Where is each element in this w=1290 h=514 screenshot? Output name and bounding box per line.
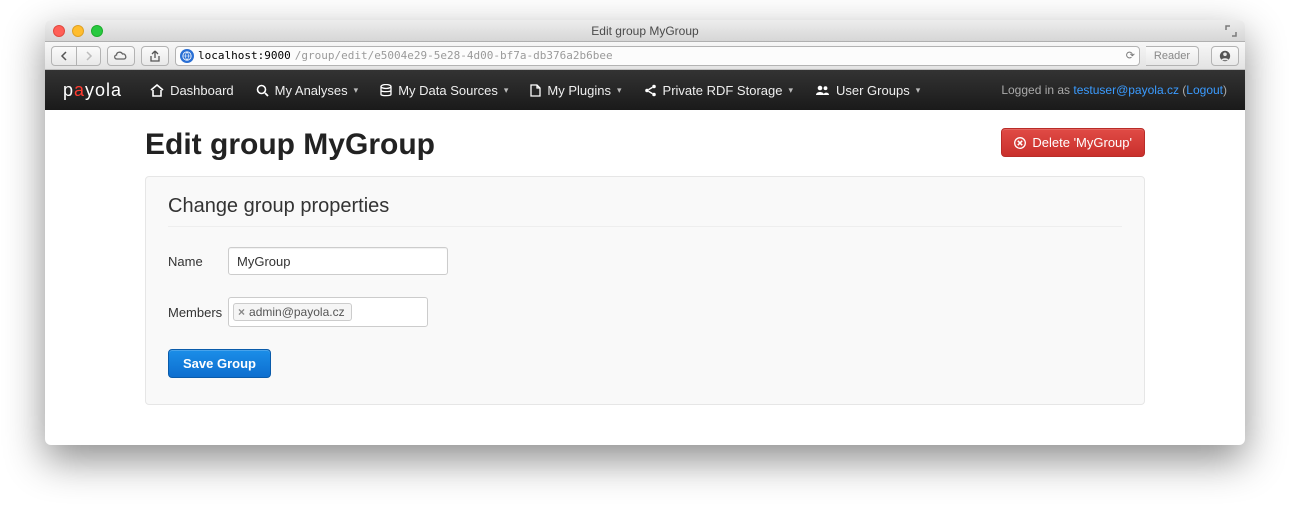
database-icon [380,84,392,97]
reader-button[interactable]: Reader [1146,46,1199,66]
fullscreen-icon[interactable] [1225,25,1237,37]
file-icon [530,84,541,97]
nav-my-analyses[interactable]: My Analyses ▾ [246,70,369,110]
member-email: admin@payola.cz [249,305,345,319]
panel-title: Change group properties [168,195,1122,218]
nav-label: My Plugins [547,83,611,98]
chevron-down-icon: ▾ [788,85,793,96]
window-titlebar: Edit group MyGroup [45,20,1245,42]
logout-link[interactable]: Logout [1186,83,1223,97]
browser-toolbar: localhost:9000/group/edit/e5004e29-5e28-… [45,42,1245,70]
reload-icon[interactable]: ⟳ [1126,49,1135,62]
chevron-down-icon: ▾ [916,85,921,96]
chevron-down-icon: ▾ [504,85,509,96]
brand-accent: a [74,80,85,100]
share-icon [644,84,657,97]
zoom-window-icon[interactable] [91,25,103,37]
delete-label: Delete 'MyGroup' [1032,135,1132,150]
search-icon [256,84,269,97]
nav-label: User Groups [836,83,910,98]
name-row: Name [168,247,1122,275]
address-bar[interactable]: localhost:9000/group/edit/e5004e29-5e28-… [175,46,1140,66]
app-navbar: payola Dashboard My Analyses ▾ My Da [45,70,1245,110]
members-input[interactable]: × admin@payola.cz [228,297,428,327]
user-email-link[interactable]: testuser@payola.cz [1073,83,1179,97]
page-title: Edit group MyGroup [145,128,435,162]
close-window-icon[interactable] [53,25,65,37]
chevron-down-icon: ▾ [354,85,359,96]
navbar-user-info: Logged in as testuser@payola.cz (Logout) [1001,83,1227,97]
nav-links: Dashboard My Analyses ▾ My Data Sources … [140,70,930,110]
brand-part: yola [85,80,122,100]
chevron-down-icon: ▾ [617,85,622,96]
home-icon [150,84,164,97]
nav-back-forward [51,46,101,66]
url-path: /group/edit/e5004e29-5e28-4d00-bf7a-db37… [295,49,613,62]
minimize-window-icon[interactable] [72,25,84,37]
user-button[interactable] [1211,46,1239,66]
browser-window: Edit group MyGroup localhost:9000/group/… [45,20,1245,445]
url-host: localhost:9000 [198,49,291,62]
properties-panel: Change group properties Name Members × a… [145,176,1145,405]
share-button[interactable] [141,46,169,66]
page-body: Edit group MyGroup Delete 'MyGroup' Chan… [45,110,1245,445]
window-traffic-lights [53,25,103,37]
delete-group-button[interactable]: Delete 'MyGroup' [1001,128,1145,157]
nav-label: Dashboard [170,83,234,98]
save-group-button[interactable]: Save Group [168,349,271,378]
member-token[interactable]: × admin@payola.cz [233,303,352,321]
nav-my-plugins[interactable]: My Plugins ▾ [520,70,631,110]
globe-icon [180,49,194,63]
nav-dashboard[interactable]: Dashboard [140,70,244,110]
nav-my-data-sources[interactable]: My Data Sources ▾ [370,70,518,110]
name-input[interactable] [228,247,448,275]
members-label: Members [168,305,228,320]
back-button[interactable] [52,47,76,65]
page-header: Edit group MyGroup Delete 'MyGroup' [145,128,1145,162]
forward-button[interactable] [76,47,100,65]
nav-user-groups[interactable]: User Groups ▾ [805,70,930,110]
window-title: Edit group MyGroup [45,24,1245,38]
brand-part: p [63,80,74,100]
nav-label: Private RDF Storage [663,83,783,98]
users-icon [815,84,830,96]
members-row: Members × admin@payola.cz [168,297,1122,327]
brand-logo[interactable]: payola [63,80,122,101]
name-label: Name [168,254,228,269]
nav-private-rdf-storage[interactable]: Private RDF Storage ▾ [634,70,803,110]
delete-icon [1014,137,1026,149]
logged-in-text: Logged in as [1001,83,1073,97]
nav-label: My Data Sources [398,83,498,98]
nav-label: My Analyses [275,83,348,98]
remove-member-icon[interactable]: × [238,305,245,319]
divider [168,226,1122,227]
icloud-button[interactable] [107,46,135,66]
